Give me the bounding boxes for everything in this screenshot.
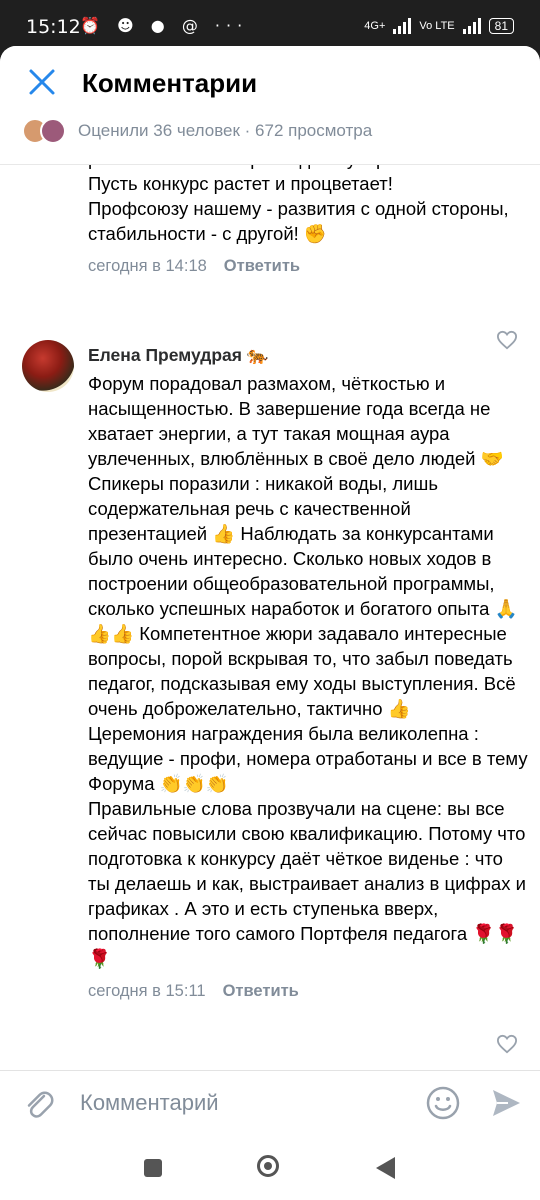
- signal-icon: [393, 18, 412, 34]
- page-title: Комментарии: [82, 68, 258, 98]
- comments-sheet: Комментарии Оценили 36 человек · 672 про…: [0, 46, 540, 1200]
- comments-list: регионов нашей страны дали уверенность в…: [0, 164, 540, 1070]
- heart-icon[interactable]: [496, 1034, 518, 1054]
- comment-meta: сегодня в 15:11 Ответить: [88, 982, 528, 1001]
- signal-icon-2: [462, 18, 481, 34]
- comment-text: регионов нашей страны дали уверенность в…: [88, 164, 520, 244]
- battery-icon: 81: [488, 18, 514, 34]
- heart-icon[interactable]: [496, 330, 518, 350]
- status-right: 4G+ Vo LTE 81: [364, 18, 514, 34]
- comment-body: Форум порадовал размахом, чёткостью и на…: [88, 371, 528, 1001]
- volte-label: Vo LTE: [419, 20, 455, 32]
- comment-author[interactable]: Елена Премудрая 🐅: [88, 345, 269, 366]
- emoji-icon[interactable]: [426, 1086, 460, 1120]
- home-icon[interactable]: [257, 1155, 279, 1177]
- network-4g-label: 4G+: [364, 20, 386, 32]
- reply-button[interactable]: Ответить: [223, 982, 299, 1001]
- header: Комментарии Оценили 36 человек · 672 про…: [0, 46, 540, 165]
- system-nav-bar: [0, 1134, 540, 1200]
- back-icon[interactable]: [376, 1157, 395, 1179]
- comment-time: сегодня в 15:11: [88, 982, 206, 1000]
- attach-icon[interactable]: [24, 1087, 54, 1119]
- status-bar: 15:12 ⏰ ☻ ● @ ··· 4G+ Vo LTE 81: [0, 0, 540, 46]
- recents-icon[interactable]: [144, 1159, 162, 1177]
- likes-summary[interactable]: Оценили 36 человек · 672 просмотра: [22, 118, 372, 144]
- close-icon[interactable]: [26, 66, 58, 98]
- comment-text: Форум порадовал размахом, чёткостью и на…: [88, 373, 528, 969]
- status-time: 15:12: [26, 16, 81, 38]
- avatar[interactable]: [22, 340, 74, 392]
- avatar: [40, 118, 66, 144]
- comment-item: регионов нашей страны дали уверенность в…: [88, 164, 528, 276]
- reply-button[interactable]: Ответить: [224, 257, 300, 276]
- send-icon[interactable]: [490, 1087, 522, 1119]
- comment-meta: сегодня в 14:18 Ответить: [88, 257, 528, 276]
- notification-icons: ⏰ ☻ ● @ ···: [80, 16, 249, 35]
- likes-text: Оценили 36 человек · 672 просмотра: [78, 121, 373, 140]
- comment-time: сегодня в 14:18: [88, 257, 207, 275]
- comment-input-bar: Комментарий: [0, 1070, 540, 1135]
- comment-input[interactable]: Комментарий: [80, 1090, 219, 1116]
